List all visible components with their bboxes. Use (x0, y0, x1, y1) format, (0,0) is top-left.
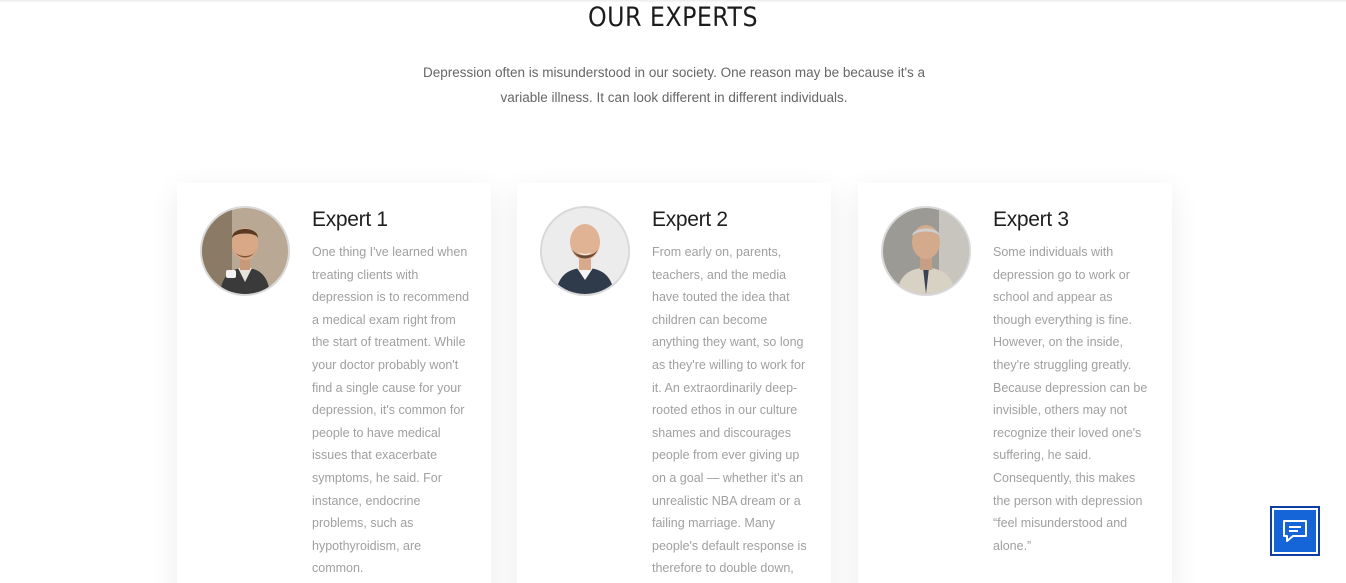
expert-2-name: Expert 2 (652, 208, 728, 231)
expert-3-avatar (881, 206, 971, 296)
expert-2-bio: From early on, parents, teachers, and th… (652, 245, 807, 576)
expert-1-bio: One thing I've learned when treating cli… (312, 245, 470, 576)
expert-card-2: Expert 2 From early on, parents, teacher… (517, 183, 831, 583)
expert-2-avatar (540, 206, 630, 296)
expert-card-1: Expert 1 One thing I've learned when tre… (177, 183, 491, 583)
expert-1-avatar (200, 206, 290, 296)
expert-3-name: Expert 3 (993, 208, 1069, 231)
section-intro: Depression often is misunderstood in our… (422, 65, 926, 105)
section-title: OUR EXPERTS (587, 2, 759, 33)
expert-card-3: Expert 3 Some individuals with depressio… (858, 183, 1172, 583)
expert-1-name: Expert 1 (312, 208, 388, 231)
experts-page: OUR EXPERTS Depression often is misunder… (0, 0, 1346, 583)
chat-widget-button[interactable] (1270, 506, 1320, 556)
expert-3-bio: Some individuals with depression go to w… (993, 245, 1148, 553)
chat-bubble-icon (1283, 520, 1307, 542)
